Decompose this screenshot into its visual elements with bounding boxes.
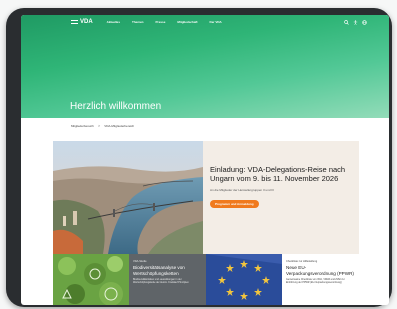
breadcrumb-item-mitgliederbereich[interactable]: Mitgliederbereich	[71, 124, 94, 128]
breadcrumb: Mitgliederbereich > VDA-Mitgliederbereic…	[21, 118, 389, 133]
card-kicker: Checkliste zur Hilfestellung	[286, 260, 318, 263]
card-description: Gemeinsame Checkliste von VDA, VDMA und …	[286, 278, 345, 284]
language-icon[interactable]	[362, 19, 367, 25]
feature-subtitle: An die Mitglieder der Herstellergruppen …	[210, 188, 274, 192]
tablet-frame: VDA Aktuelles Themen Presse Mitgliedscha…	[6, 8, 392, 307]
content-area: Einladung: VDA-Delegations-Reise nach Un…	[53, 141, 359, 305]
nav-themen[interactable]: Themen	[132, 20, 144, 24]
hero-banner: VDA Aktuelles Themen Presse Mitgliedscha…	[21, 15, 389, 118]
breadcrumb-item-current: VDA-Mitgliederbereich	[104, 123, 135, 128]
ppwr-card[interactable]: Checkliste zur Hilfestellung Neue EU-Ver…	[282, 254, 359, 305]
nav-aktuelles[interactable]: Aktuelles	[107, 20, 120, 24]
card-kicker: VDA-Studie	[133, 260, 147, 263]
nav-presse[interactable]: Presse	[156, 20, 166, 24]
biodiversity-image	[53, 254, 129, 305]
logo-mark-icon	[71, 20, 78, 24]
card-title[interactable]: Neue EU-Verpackungsverordnung (PPWR)	[286, 265, 355, 276]
biodiversity-card[interactable]: VDA-Studie Biodiversitätsanalyse von Wer…	[129, 254, 206, 305]
breadcrumb-separator: >	[97, 123, 101, 128]
feature-teaser[interactable]: Einladung: VDA-Delegations-Reise nach Un…	[53, 141, 359, 254]
nav-der-vda[interactable]: Der VDA	[210, 20, 222, 24]
accessibility-icon[interactable]	[353, 19, 358, 25]
logo-text: VDA	[80, 19, 93, 25]
page-title: Herzlich willkommen	[70, 101, 162, 112]
header-tools	[344, 19, 367, 25]
budapest-photo	[53, 141, 203, 254]
feature-text: Einladung: VDA-Delegations-Reise nach Un…	[203, 141, 359, 254]
feature-title[interactable]: Einladung: VDA-Delegations-Reise nach Un…	[210, 165, 349, 183]
teaser-cards: VDA-Studie Biodiversitätsanalyse von Wer…	[53, 254, 359, 305]
main-menu: Aktuelles Themen Presse Mitgliedschaft D…	[107, 20, 222, 24]
search-icon[interactable]	[344, 19, 349, 25]
card-description: Biodiversitätsrisiken und -auswirkungen …	[133, 278, 189, 284]
tablet-screen: VDA Aktuelles Themen Presse Mitgliedscha…	[21, 15, 389, 305]
eu-flag-image	[206, 254, 282, 305]
program-registration-button[interactable]: Programm und Anmeldung	[210, 200, 259, 208]
nav-mitgliedschaft[interactable]: Mitgliedschaft	[177, 20, 197, 24]
top-navigation: VDA Aktuelles Themen Presse Mitgliedscha…	[21, 15, 389, 29]
vda-logo[interactable]: VDA	[71, 19, 93, 25]
card-title[interactable]: Biodiversitätsanalyse von Wertschöpfungs…	[133, 265, 202, 276]
